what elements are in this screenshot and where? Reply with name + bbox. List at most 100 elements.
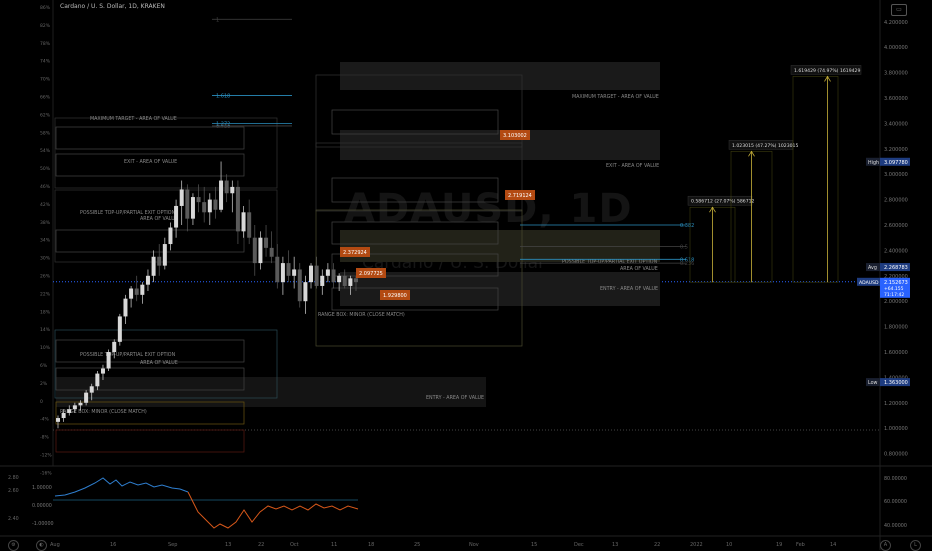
left-tick-label: 30% [40, 256, 51, 262]
candle-body [325, 269, 330, 276]
candle-body [235, 186, 240, 232]
zone-box [55, 339, 245, 363]
left-tick-label: -8% [40, 435, 49, 441]
left-tick-label: -12% [40, 453, 52, 459]
compare-icon[interactable]: ◐ [36, 540, 47, 551]
right-tick-label: 2.400000 [884, 248, 908, 254]
zone-label: EXIT - AREA OF VALUE [124, 159, 177, 165]
candle-body [179, 189, 184, 206]
candle-body [106, 352, 111, 369]
right-tick-label: 1.200000 [884, 401, 908, 407]
x-tick-label: 13 [612, 542, 618, 548]
left-tick-label: 38% [40, 220, 51, 226]
camera-icon[interactable]: ▭ [891, 4, 907, 16]
x-tick-label: 14 [830, 542, 836, 548]
fib-level-label: 1.618 [216, 93, 230, 99]
candle-body [219, 180, 224, 210]
osc-mid-tick: -1.00000 [32, 521, 54, 527]
x-tick-label: 10 [726, 542, 732, 548]
x-tick-label: 2022 [690, 542, 703, 548]
zone-box [55, 153, 245, 177]
zone-box [55, 429, 245, 453]
candle-body [337, 275, 342, 283]
x-tick-label: 19 [776, 542, 782, 548]
projection-box [792, 76, 839, 283]
last-price-countdown: 71:17:42 [884, 292, 904, 298]
candle-body [207, 199, 212, 213]
x-tick-label: 13 [225, 542, 231, 548]
last-price-symbol: ADAUSD [859, 280, 879, 286]
right-tick-label: 4.200000 [884, 20, 908, 26]
candle-body [320, 275, 325, 286]
left-tick-label: 6% [40, 363, 48, 369]
projection-label: 1.023015 (47.27%) 1023015 [732, 143, 798, 149]
candle-body [309, 265, 314, 283]
x-tick-label: 22 [654, 542, 660, 548]
candle-body [230, 186, 235, 194]
candle-body [292, 269, 297, 276]
zone-box [56, 377, 486, 407]
left-tick-label: 50% [40, 166, 51, 172]
chart-stage[interactable]: ADAUSD, 1D Cardano / U. S. Dollar 4.2000… [0, 0, 932, 551]
right-tick-label: 0.800000 [884, 452, 908, 458]
candle-body [72, 405, 77, 410]
x-tick-label: 15 [531, 542, 537, 548]
settings-icon[interactable]: ⚙ [8, 540, 19, 551]
candle-body [78, 402, 83, 406]
candle-body [89, 386, 94, 393]
left-tick-label: 10% [40, 345, 51, 351]
candle-body [190, 197, 195, 219]
candle-body [224, 180, 229, 194]
left-tick-label: 54% [40, 148, 51, 154]
fib-level-label: 0.5 [680, 245, 688, 251]
left-tick-label: 78% [40, 41, 51, 47]
left-tick-label: 82% [40, 23, 51, 29]
candle-body [348, 278, 353, 286]
candle-body [162, 244, 167, 266]
left-tick-label: 66% [40, 95, 51, 101]
zone-box [331, 177, 499, 203]
candle-body [56, 418, 60, 422]
right-tick-label: 2.000000 [884, 299, 908, 305]
price-tag-value: 2.268783 [884, 265, 908, 271]
candle-body [247, 212, 252, 238]
log-scale-icon[interactable]: L [910, 540, 921, 551]
projection-label: 1.619429 (74.97%) 1619429 [794, 68, 860, 74]
candle-body [269, 247, 274, 257]
right-tick-label: 1.600000 [884, 350, 908, 356]
x-tick-label: Nov [469, 542, 479, 548]
zone-label: ENTRY - AREA OF VALUE [600, 286, 658, 292]
osc-blue-line [54, 477, 189, 497]
price-tag-value: 3.097780 [884, 160, 908, 166]
left-tick-label: 42% [40, 202, 51, 208]
price-chart[interactable]: 4.200000 4.000000 3.800000 3.600000 3.400000… [0, 0, 932, 550]
x-tick-label: 22 [258, 542, 264, 548]
candle-body [241, 212, 246, 232]
candle-body [129, 288, 134, 299]
right-tick-label: 3.200000 [884, 147, 908, 153]
zone-box [55, 126, 245, 150]
candle-body [112, 341, 117, 352]
candle-body [354, 278, 358, 283]
osc-right-tick: 80.00000 [884, 476, 907, 482]
autoscale-icon[interactable]: A [880, 540, 891, 551]
last-price-change: +64.155 [884, 286, 904, 292]
candle-body [303, 282, 308, 302]
left-tick-label: -16% [40, 470, 52, 476]
projection-label: 0.586712 (27.07%) 586712 [691, 199, 755, 205]
candle-body [342, 275, 347, 286]
candle-body [157, 256, 162, 266]
left-tick-label: 46% [40, 184, 51, 190]
price-callout-label: 2.372924 [343, 250, 367, 256]
zone-label: RANGE BOX: MINOR (CLOSE MATCH) [60, 409, 147, 415]
left-tick-label: 74% [40, 59, 51, 65]
zone-box [340, 230, 660, 262]
fib-level-label: 0.236 [680, 261, 694, 267]
price-callout-label: 2.719124 [508, 193, 532, 199]
candle-body [95, 373, 100, 387]
left-tick-label: 58% [40, 130, 51, 136]
left-tick-label: 26% [40, 274, 51, 280]
right-tick-label: 4.000000 [884, 45, 908, 51]
zone-box [55, 229, 245, 253]
candle-body [151, 256, 156, 276]
